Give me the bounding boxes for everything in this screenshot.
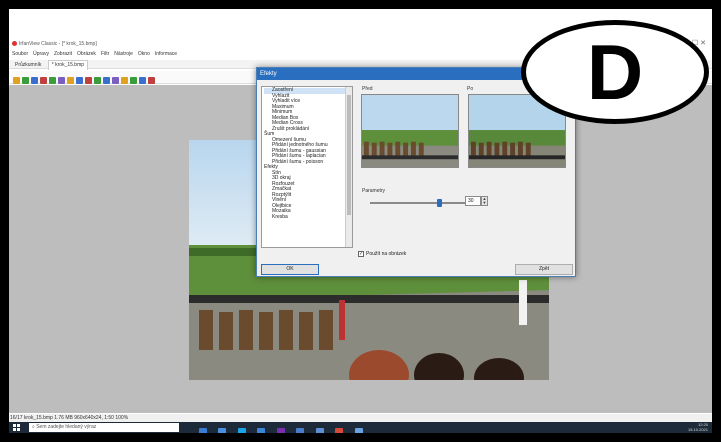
system-tray[interactable]: 12:20 15.10.2021 [688, 422, 708, 433]
badge-letter: D [586, 28, 644, 116]
effect-item[interactable]: Kresba [264, 214, 346, 221]
premiere-icon[interactable] [276, 428, 285, 433]
toolbar-icon[interactable] [58, 77, 65, 84]
menu-item[interactable]: Soubor [12, 51, 28, 57]
toolbar-icon[interactable] [49, 77, 56, 84]
before-label: Před [362, 86, 373, 92]
parameter-spinner[interactable]: ▲ ▼ [481, 196, 488, 206]
irfanview-logo-icon [12, 41, 17, 47]
parameter-value-input[interactable]: 30 [465, 196, 481, 206]
toolbar-icon[interactable] [22, 77, 29, 84]
start-button[interactable] [13, 424, 20, 431]
parameter-slider[interactable] [370, 202, 468, 204]
toolbar-icon[interactable] [103, 77, 110, 84]
taskbar-apps [199, 423, 370, 433]
toolbar-icon[interactable] [13, 77, 20, 84]
screenshot-frame: IrfanView Classic - [* krok_15.bmp] — ☐ … [0, 0, 721, 442]
toolbar-icon[interactable] [76, 77, 83, 84]
toolbar-icon[interactable] [139, 77, 146, 84]
toolbar-icon[interactable] [121, 77, 128, 84]
save-icon[interactable] [315, 428, 324, 433]
effects-tree[interactable]: Zaostření Vyhlazit Vyhladit více Maximum Min… [261, 86, 353, 248]
toolbar-icon[interactable] [130, 77, 137, 84]
clock-date: 15.10.2021 [687, 427, 708, 432]
effects-scrollbar[interactable] [345, 87, 352, 247]
taskbar-search-input[interactable]: ⌕ Sem zadejte hledaný výraz [29, 423, 179, 432]
toolbar-icon[interactable] [112, 77, 119, 84]
toolbar-icon[interactable] [67, 77, 74, 84]
tab-image[interactable]: * krok_15.bmp [47, 60, 89, 70]
app-title: IrfanView Classic - [* krok_15.bmp] [19, 41, 97, 47]
menu-item[interactable]: Úpravy [33, 51, 49, 57]
tab-explorer[interactable]: Průzkumník [12, 61, 44, 70]
scroll-thumb[interactable] [347, 95, 351, 215]
store-icon[interactable] [218, 428, 227, 433]
search-placeholder: Sem zadejte hledaný výraz [36, 424, 97, 430]
irfanview-icon[interactable] [335, 428, 344, 433]
file-icon[interactable] [296, 428, 305, 433]
parameter-slider-thumb[interactable] [437, 199, 442, 207]
menu-item[interactable]: Zobrazit [54, 51, 72, 57]
apply-to-image-label: Použít na obrázek [366, 251, 407, 257]
label-badge: D [521, 20, 709, 124]
toolbar-icon[interactable] [85, 77, 92, 84]
edge-icon[interactable] [237, 428, 246, 433]
apply-to-image-checkbox[interactable]: ✓ [358, 251, 364, 257]
effects-tree-list: Zaostření Vyhlazit Vyhladit více Maximum Min… [264, 87, 346, 221]
toolbar-icon[interactable] [31, 77, 38, 84]
app-icon[interactable] [257, 428, 266, 433]
paint-icon[interactable] [354, 428, 363, 433]
toolbar-icon[interactable] [148, 77, 155, 84]
menu-item[interactable]: Informace [155, 51, 177, 57]
calculator-icon[interactable] [199, 428, 207, 433]
windows-taskbar: ⌕ Sem zadejte hledaný výraz 12:20 15.10.2… [9, 422, 712, 433]
parameters-label: Parametry [362, 188, 386, 194]
menu-item[interactable]: Nástroje [114, 51, 133, 57]
toolbar-icon[interactable] [94, 77, 101, 84]
after-label: Po [467, 86, 474, 92]
status-bar: 16/17 krok_15.bmp 1.76 MB 960x640x24, 1:… [9, 414, 712, 422]
preview-before [361, 94, 459, 168]
menu-item[interactable]: Filtr [101, 51, 109, 57]
toolbar-icon[interactable] [40, 77, 47, 84]
back-button[interactable]: Zpět [515, 264, 573, 275]
ok-button[interactable]: OK [261, 264, 319, 275]
menu-item[interactable]: Obrázek [77, 51, 96, 57]
windows-logo-icon [13, 424, 16, 427]
menu-item[interactable]: Okno [138, 51, 150, 57]
